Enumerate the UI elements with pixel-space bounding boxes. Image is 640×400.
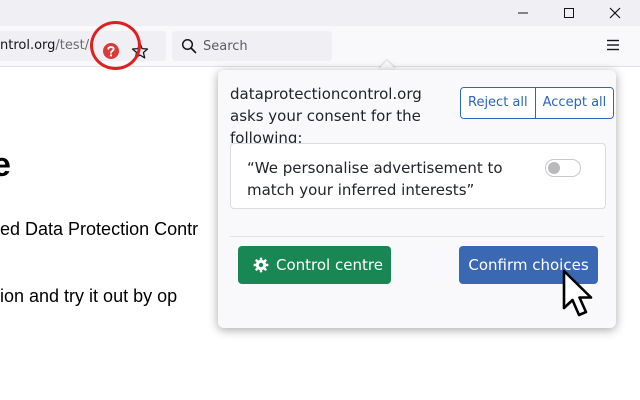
divider (230, 236, 604, 237)
close-button[interactable] (592, 0, 638, 26)
purpose-toggle[interactable] (545, 159, 581, 177)
search-icon (181, 38, 197, 54)
page-text-line: ed Data Protection Contr (0, 219, 199, 239)
window-titlebar (0, 0, 640, 26)
url-bar[interactable]: ntrol.org/test/ (0, 31, 166, 61)
minimize-icon (518, 12, 528, 14)
url-domain: ntrol.org (0, 38, 56, 53)
control-centre-button[interactable]: Control centre (238, 246, 391, 284)
search-placeholder: Search (203, 39, 248, 54)
purpose-text: “We personalise advertisement to match y… (247, 159, 503, 199)
toggle-knob (548, 162, 560, 174)
control-centre-label: Control centre (276, 256, 383, 274)
mouse-pointer-icon (562, 269, 593, 317)
browser-toolbar: ntrol.org/test/ Search (0, 26, 640, 67)
star-icon[interactable] (131, 42, 149, 60)
page-heading: e (0, 146, 11, 184)
gear-icon (253, 257, 269, 273)
question-badge-icon[interactable] (102, 42, 120, 60)
reject-all-button[interactable]: Reject all (461, 88, 535, 118)
accept-all-button[interactable]: Accept all (534, 88, 614, 118)
consent-intro-text: dataprotectioncontrol.org asks your cons… (230, 85, 422, 147)
search-box[interactable]: Search (172, 31, 332, 61)
url-text: ntrol.org/test/ (0, 38, 89, 53)
close-icon (609, 7, 621, 19)
maximize-icon (564, 8, 574, 18)
consent-popup: dataprotectioncontrol.org asks your cons… (218, 70, 616, 328)
url-path: /test/ (55, 38, 90, 53)
reject-accept-group: Reject all Accept all (460, 87, 615, 119)
hamburger-menu-icon[interactable] (606, 38, 620, 52)
maximize-button[interactable] (546, 0, 592, 26)
page-text-line: ion and try it out by op (0, 286, 178, 306)
purpose-card: “We personalise advertisement to match y… (230, 143, 606, 209)
minimize-button[interactable] (500, 0, 546, 26)
